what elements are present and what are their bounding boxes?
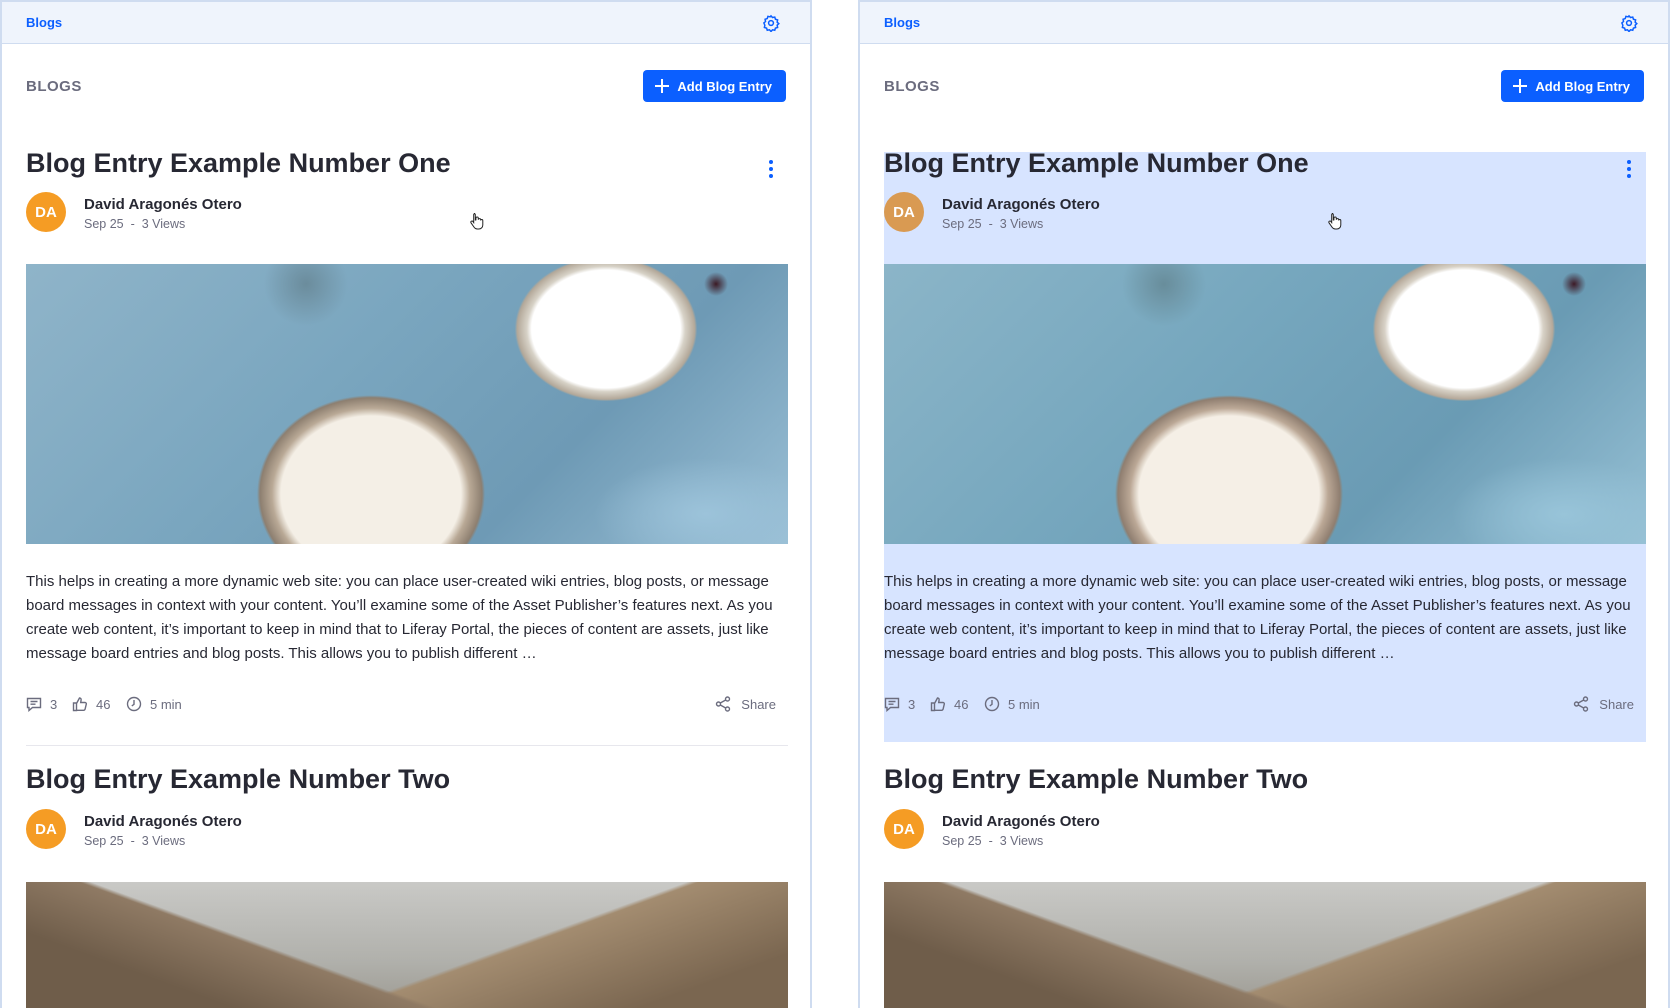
add-blog-entry-label: Add Blog Entry [1535, 78, 1630, 94]
likes-stat[interactable]: 46 [930, 696, 968, 712]
meta-separator: - [127, 217, 139, 231]
share-icon [716, 696, 731, 712]
kebab-icon[interactable] [768, 160, 774, 178]
share-label: Share [741, 696, 776, 712]
read-time: 5 min [1008, 696, 1040, 712]
entry-views: 3 Views [999, 217, 1044, 231]
plus-icon [655, 79, 670, 93]
portlet-title: Blogs [26, 15, 63, 30]
avatar[interactable]: DA [26, 809, 66, 849]
read-time-stat: 5 min [984, 696, 1040, 712]
comments-stat[interactable]: 3 [884, 696, 915, 712]
thumbs-up-icon [72, 697, 88, 712]
add-blog-entry-button[interactable]: Add Blog Entry [643, 70, 786, 102]
entry-meta: Sep 25 - 3 Views [84, 217, 185, 231]
entry-stats: 3 46 5 min Share [26, 696, 788, 716]
gear-icon[interactable] [762, 14, 780, 32]
entry-date: Sep 25 [942, 834, 982, 848]
share-button[interactable]: Share [715, 696, 776, 712]
entry-meta: Sep 25 - 3 Views [942, 217, 1043, 231]
entry-excerpt: This helps in creating a more dynamic we… [26, 573, 773, 662]
meta-separator: - [127, 834, 139, 848]
avatar[interactable]: DA [26, 192, 66, 232]
clock-icon [126, 696, 142, 712]
entry-cover-image[interactable] [26, 882, 788, 1008]
share-icon [1574, 696, 1589, 712]
gear-icon[interactable] [1620, 14, 1638, 32]
entry-excerpt: This helps in creating a more dynamic we… [884, 573, 1631, 662]
clock-icon [984, 696, 1000, 712]
likes-count: 46 [96, 696, 111, 712]
likes-count: 46 [954, 696, 969, 712]
entry-title[interactable]: Blog Entry Example Number One [884, 148, 1309, 179]
kebab-icon[interactable] [1626, 160, 1632, 178]
meta-separator: - [985, 217, 997, 231]
section-title: Blogs [884, 78, 940, 95]
read-time: 5 min [150, 696, 182, 712]
portlet-topbar: Blogs [2, 2, 810, 44]
read-time-stat: 5 min [126, 696, 182, 712]
likes-stat[interactable]: 46 [72, 696, 110, 712]
entry-cover-image[interactable] [26, 264, 788, 544]
portlet-title: Blogs [884, 15, 921, 30]
entry-meta: Sep 25 - 3 Views [942, 834, 1043, 848]
comment-icon [884, 697, 900, 712]
entry-views: 3 Views [141, 834, 186, 848]
avatar[interactable]: DA [884, 809, 924, 849]
hand-cursor-icon [470, 213, 484, 230]
hand-cursor-icon [1328, 213, 1342, 230]
entry-title[interactable]: Blog Entry Example Number Two [26, 764, 450, 795]
entry-views: 3 Views [141, 217, 186, 231]
entry-stats: 3 46 5 min Share [884, 696, 1646, 716]
meta-separator: - [985, 834, 997, 848]
share-button[interactable]: Share [1573, 696, 1634, 712]
entry-date: Sep 25 [942, 217, 982, 231]
entry-views: 3 Views [999, 834, 1044, 848]
author-name[interactable]: David Aragonés Otero [942, 196, 1100, 213]
comments-stat[interactable]: 3 [26, 696, 57, 712]
author-name[interactable]: David Aragonés Otero [942, 813, 1100, 830]
entry-date: Sep 25 [84, 834, 124, 848]
plus-icon [1513, 79, 1528, 93]
add-blog-entry-button[interactable]: Add Blog Entry [1501, 70, 1644, 102]
add-blog-entry-label: Add Blog Entry [677, 78, 772, 94]
entry-title[interactable]: Blog Entry Example Number One [26, 148, 451, 179]
blogs-panel-default: Blogs Blogs Add Blog Entry Blog Entry Ex… [0, 0, 812, 1008]
comments-count: 3 [908, 696, 916, 712]
entry-divider [26, 745, 788, 746]
thumbs-up-icon [930, 697, 946, 712]
comment-icon [26, 697, 42, 712]
portlet-topbar: Blogs [860, 2, 1668, 44]
blogs-panel-hover: Blogs Blogs Add Blog Entry Blog Entry Ex… [858, 0, 1670, 1008]
author-name[interactable]: David Aragonés Otero [84, 813, 242, 830]
entry-cover-image[interactable] [884, 264, 1646, 544]
entry-cover-image[interactable] [884, 882, 1646, 1008]
entry-meta: Sep 25 - 3 Views [84, 834, 185, 848]
section-title: Blogs [26, 78, 82, 95]
comments-count: 3 [50, 696, 58, 712]
entry-date: Sep 25 [84, 217, 124, 231]
author-name[interactable]: David Aragonés Otero [84, 196, 242, 213]
entry-title[interactable]: Blog Entry Example Number Two [884, 764, 1308, 795]
share-label: Share [1599, 696, 1634, 712]
avatar[interactable]: DA [884, 192, 924, 232]
